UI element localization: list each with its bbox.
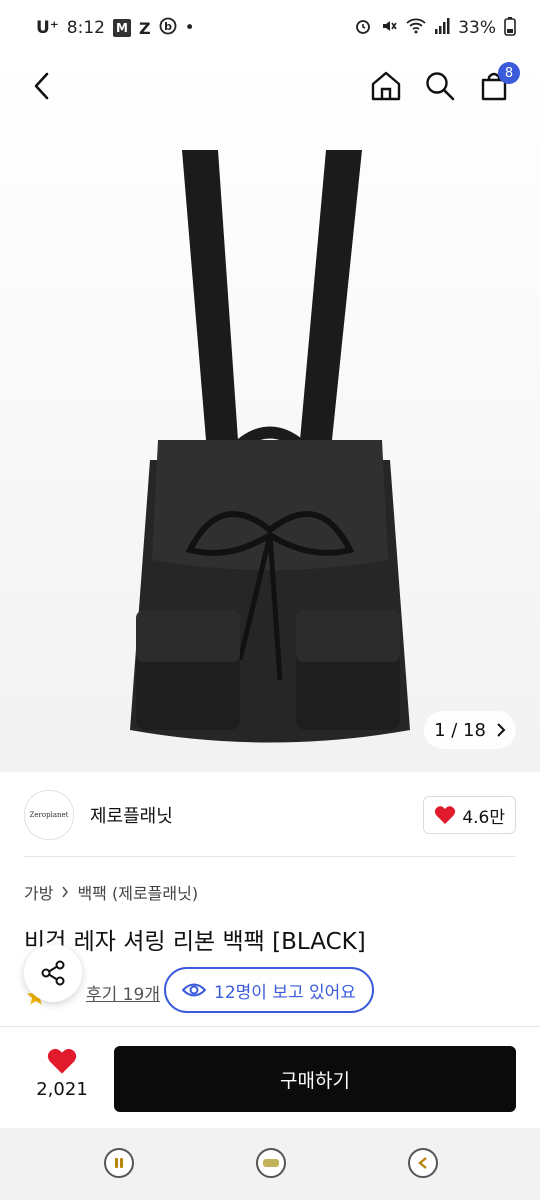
breadcrumb-subcategory[interactable]: 백팩 (제로플래닛) (77, 880, 198, 904)
z-notification-icon: Z (138, 18, 151, 38)
b-notification-icon: b (159, 17, 177, 40)
battery-percent: 33% (458, 18, 496, 38)
search-button[interactable] (418, 64, 462, 108)
clock: 8:12 (66, 18, 105, 38)
home-icon (371, 71, 401, 101)
buy-button-label: 구매하기 (280, 1069, 350, 1092)
more-notifications-icon: • (184, 18, 195, 38)
product-title: 비건 레자 셔링 리본 백팩 [BLACK] (24, 929, 366, 955)
wishlist-count: 2,021 (36, 1079, 88, 1100)
heart-icon (47, 1048, 77, 1074)
search-icon (426, 72, 455, 101)
wifi-icon (406, 17, 426, 40)
viewers-text: 12명이 보고 있어요 (214, 982, 356, 1003)
alarm-icon (354, 17, 372, 40)
heart-icon (435, 806, 456, 824)
battery-icon (504, 16, 516, 41)
store-logo[interactable]: Zeroplanet (24, 790, 74, 840)
wishlist-button[interactable]: 2,021 (30, 1047, 94, 1100)
m-notification-icon: M (112, 19, 131, 37)
signal-icon (434, 17, 450, 40)
mute-icon (380, 17, 398, 40)
buy-button[interactable]: 구매하기 (114, 1046, 516, 1112)
home-system-button[interactable] (256, 1148, 286, 1178)
back-button[interactable] (20, 64, 64, 108)
eye-icon (182, 983, 207, 997)
back-chevron-icon (418, 1157, 427, 1169)
status-left: U⁺ 8:12 M Z b • (36, 17, 195, 40)
share-button[interactable] (24, 944, 82, 1002)
svg-text:b: b (164, 20, 172, 33)
store-like-count: 4.6만 (462, 807, 505, 828)
status-right: 33% (354, 16, 516, 41)
chevron-right-icon (62, 886, 69, 898)
breadcrumb: 가방 백팩 (제로플래닛) (24, 880, 198, 904)
divider (24, 856, 516, 857)
status-bar: U⁺ 8:12 M Z b • 33% (0, 0, 540, 56)
carrier-label: U⁺ (36, 18, 59, 38)
store-name[interactable]: 제로플래닛 (90, 802, 173, 828)
image-counter-text: 1 / 18 (434, 719, 486, 741)
top-nav: 8 (0, 56, 540, 116)
cart-count-badge: 8 (498, 62, 520, 84)
image-counter[interactable]: 1 / 18 (424, 711, 516, 749)
review-link[interactable]: 후기 19개 (86, 980, 160, 1005)
store-logo-text: Zeroplanet (29, 811, 69, 819)
home-pill-icon (263, 1159, 279, 1167)
home-button[interactable] (364, 64, 408, 108)
recent-apps-button[interactable] (104, 1148, 134, 1178)
system-nav-bar (0, 1128, 540, 1200)
breadcrumb-category[interactable]: 가방 (24, 880, 53, 904)
store-row[interactable]: Zeroplanet 제로플래닛 4.6만 (24, 788, 516, 842)
chevron-right-icon (497, 723, 506, 737)
back-arrow-icon (34, 72, 49, 100)
pause-icon (115, 1158, 123, 1168)
share-icon (41, 960, 65, 986)
back-system-button[interactable] (408, 1148, 438, 1178)
viewers-badge: 12명이 보고 있어요 (164, 967, 374, 1013)
product-image[interactable] (110, 140, 430, 750)
purchase-bar: 2,021 구매하기 (0, 1026, 540, 1129)
cart-button[interactable]: 8 (472, 62, 520, 108)
store-like-button[interactable]: 4.6만 (423, 796, 516, 834)
